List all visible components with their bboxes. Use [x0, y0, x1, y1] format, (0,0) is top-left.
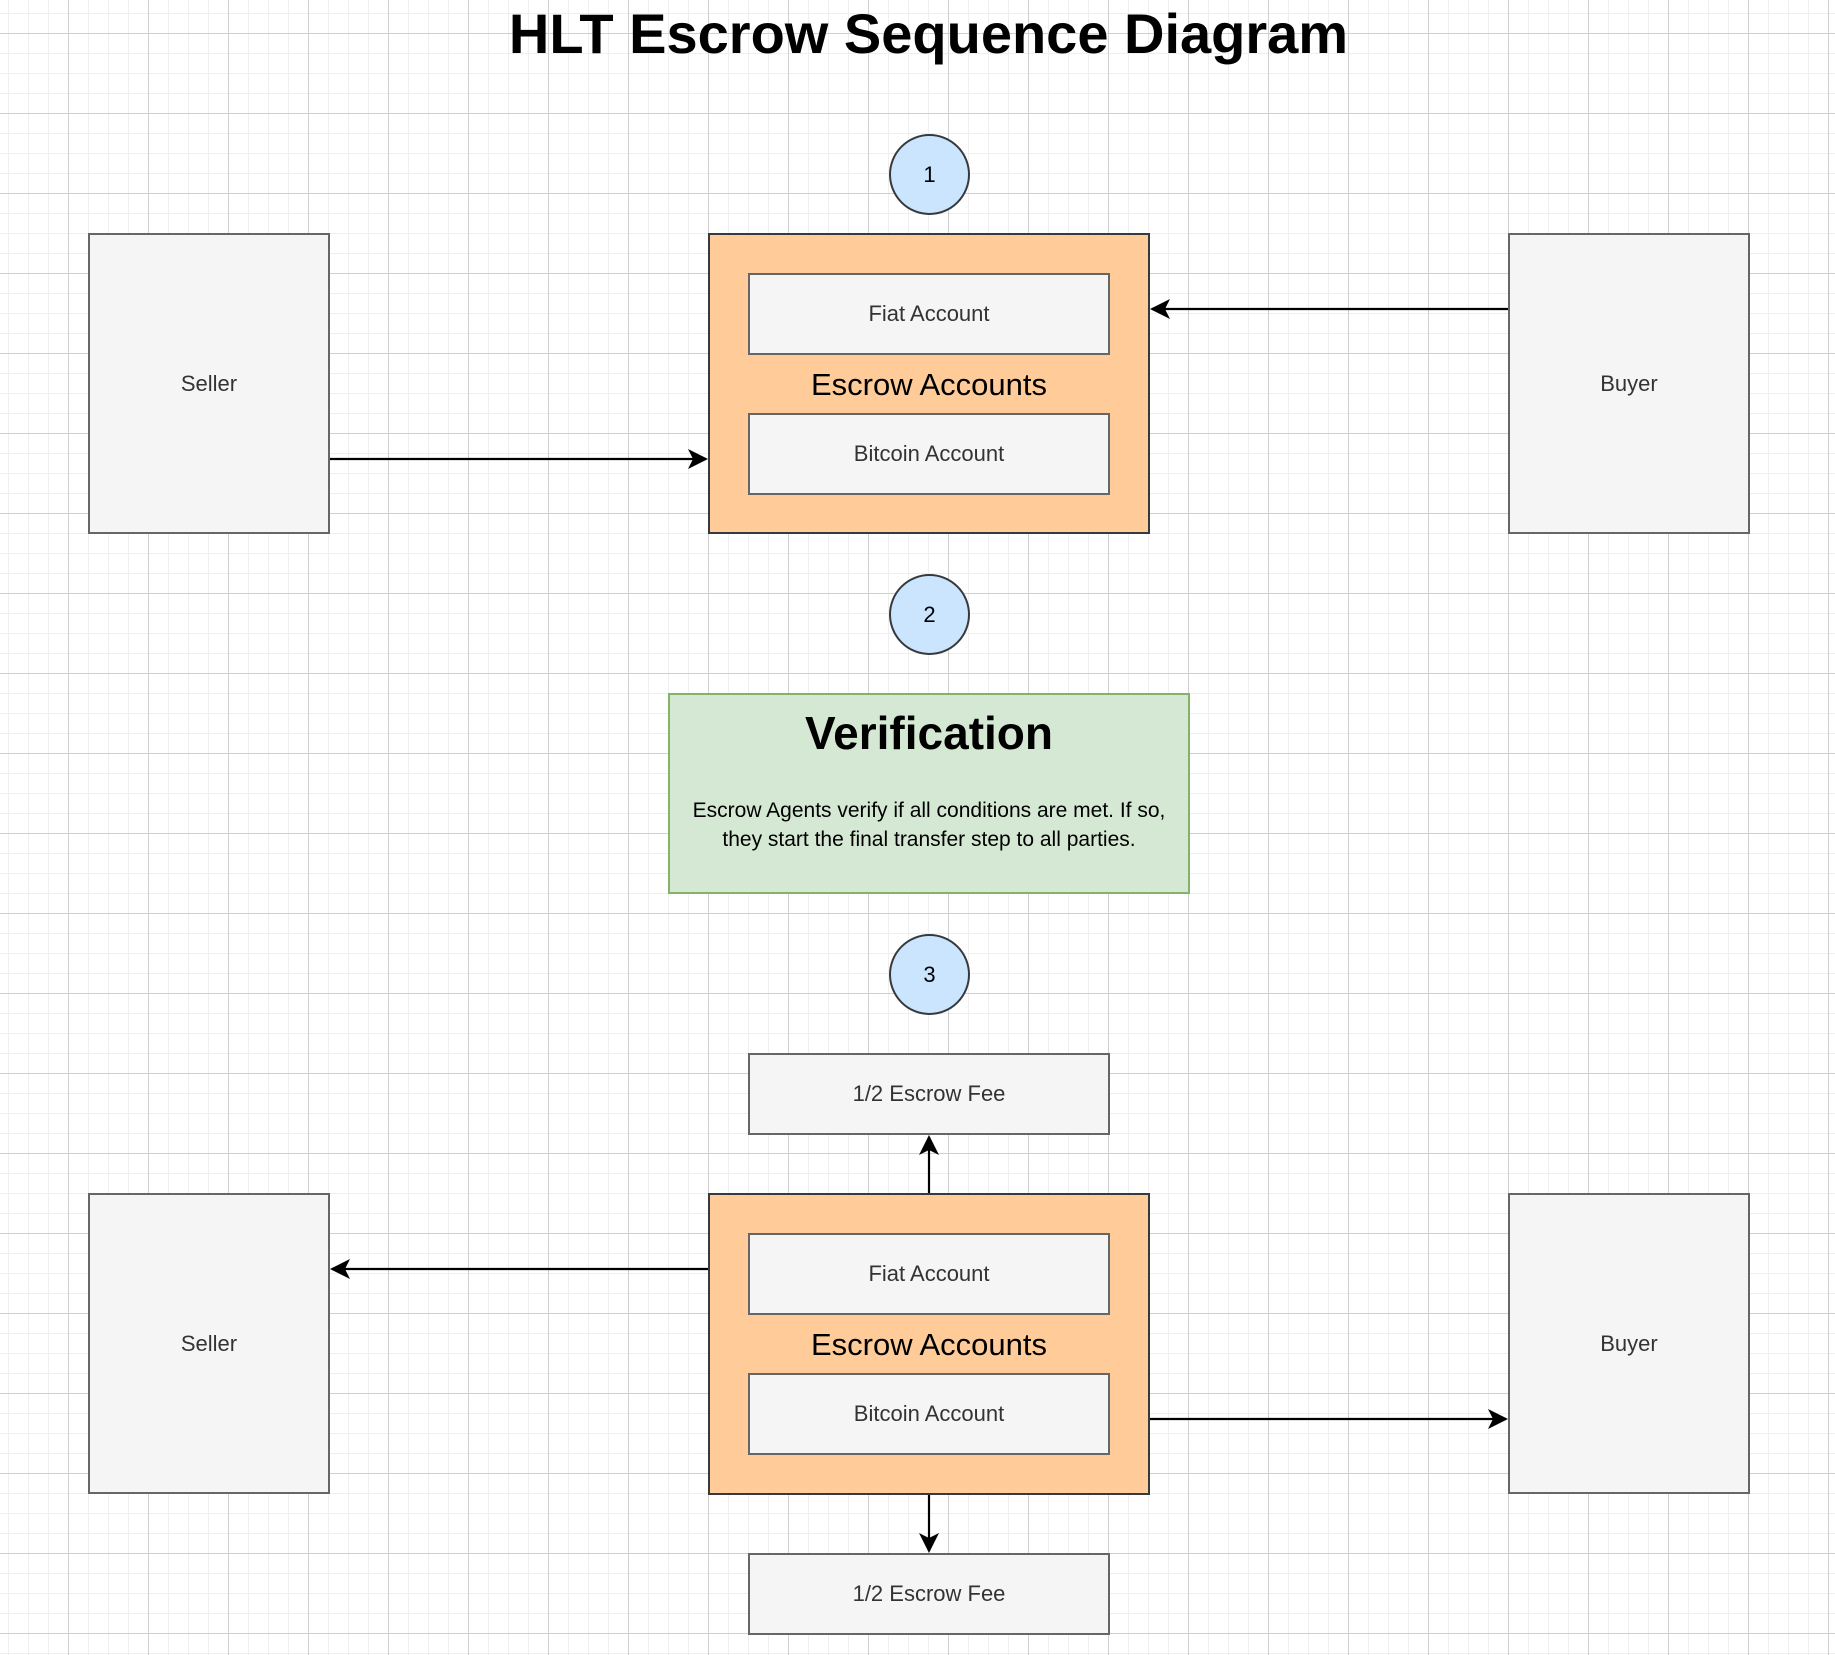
bitcoin-account-box-step3[interactable]: Bitcoin Account	[748, 1373, 1110, 1455]
escrow-fee-label: 1/2 Escrow Fee	[852, 1081, 1006, 1106]
escrow-fee-label: 1/2 Escrow Fee	[852, 1581, 1006, 1606]
seller-label: Seller	[180, 1330, 238, 1356]
diagram-title: HLT Escrow Sequence Diagram	[508, 2, 1349, 65]
step-2-badge[interactable]: 2	[889, 574, 970, 655]
seller-label: Seller	[180, 370, 238, 396]
fiat-account-box-step1[interactable]: Fiat Account	[748, 273, 1110, 355]
escrow-accounts-label: Escrow Accounts	[810, 1327, 1048, 1362]
verification-description: Escrow Agents verify if all conditions a…	[692, 799, 1166, 851]
verification-title: Verification	[805, 707, 1053, 759]
bitcoin-account-label: Bitcoin Account	[853, 441, 1005, 466]
buyer-label: Buyer	[1600, 370, 1658, 396]
step-1-badge[interactable]: 1	[889, 134, 970, 215]
buyer-box-step1[interactable]: Buyer	[1508, 233, 1750, 534]
fiat-account-box-step3[interactable]: Fiat Account	[748, 1233, 1110, 1315]
fiat-account-label: Fiat Account	[868, 301, 990, 326]
bitcoin-account-label: Bitcoin Account	[853, 1401, 1005, 1426]
escrow-fee-box-top[interactable]: 1/2 Escrow Fee	[748, 1053, 1110, 1135]
step-number: 2	[923, 601, 936, 627]
buyer-label: Buyer	[1600, 1330, 1658, 1356]
fiat-account-label: Fiat Account	[868, 1261, 990, 1286]
seller-box-step1[interactable]: Seller	[88, 233, 330, 534]
step-number: 1	[923, 161, 936, 187]
step-3-badge[interactable]: 3	[889, 934, 970, 1015]
buyer-box-step3[interactable]: Buyer	[1508, 1193, 1750, 1494]
escrow-accounts-label: Escrow Accounts	[810, 367, 1048, 402]
escrow-fee-box-bottom[interactable]: 1/2 Escrow Fee	[748, 1553, 1110, 1635]
bitcoin-account-box-step1[interactable]: Bitcoin Account	[748, 413, 1110, 495]
step-number: 3	[923, 961, 936, 987]
seller-box-step3[interactable]: Seller	[88, 1193, 330, 1494]
verification-box[interactable]: Verification Escrow Agents verify if all…	[668, 693, 1190, 894]
